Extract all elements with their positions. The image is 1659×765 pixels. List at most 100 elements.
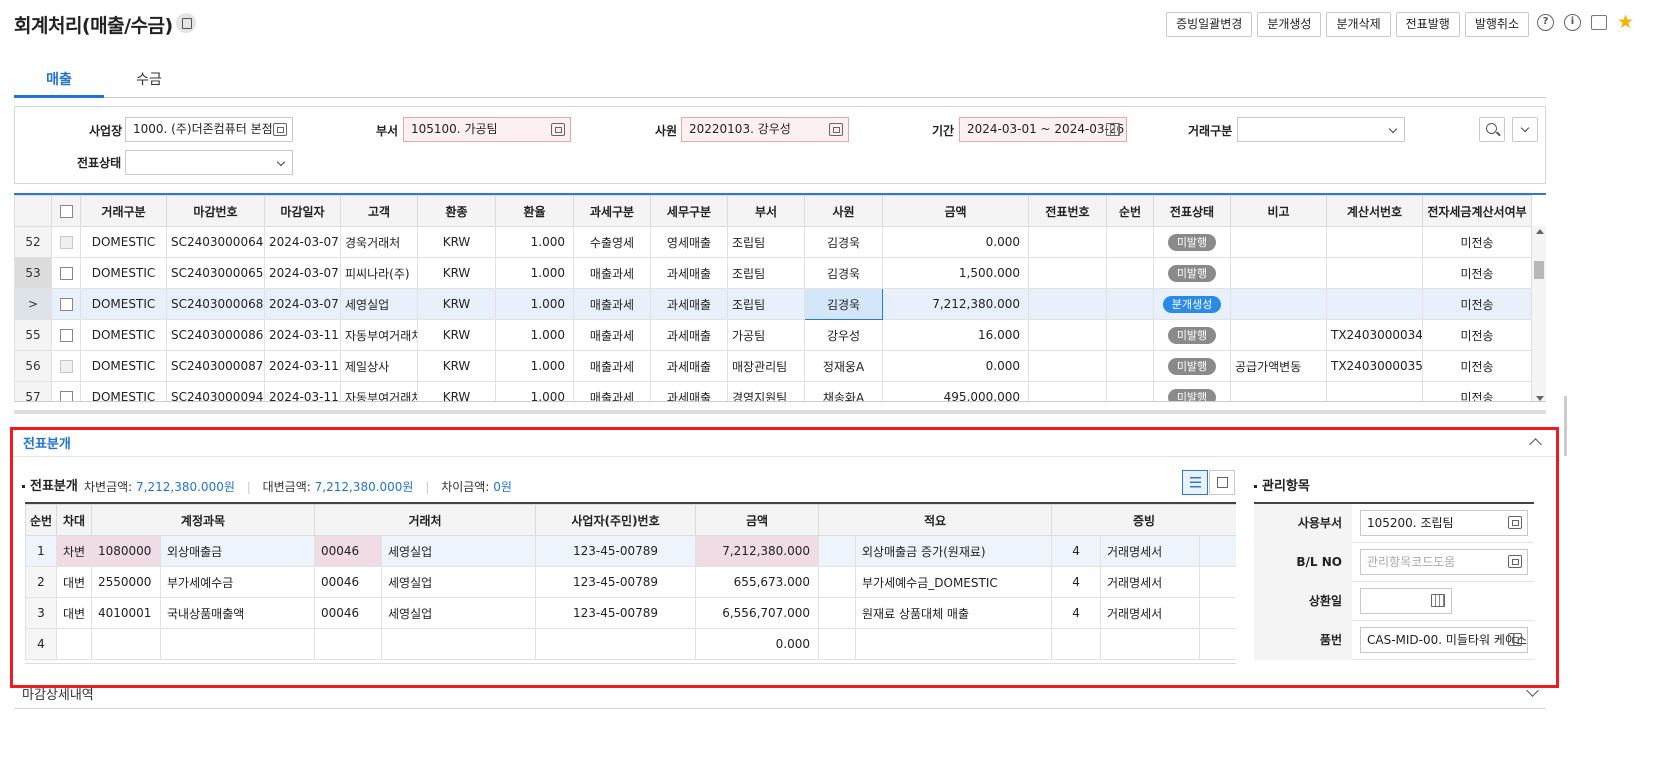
tab-sales[interactable]: 매출 <box>14 66 104 98</box>
cell-customer-code[interactable]: 00046 <box>314 566 383 598</box>
cell-trade-type[interactable]: DOMESTIC <box>80 319 167 351</box>
cell-customer-name[interactable]: 세영실업 <box>381 566 537 598</box>
cell-currency[interactable]: KRW <box>417 288 496 320</box>
cell-employee[interactable]: 정재웅A <box>804 350 883 382</box>
cell-tax-class[interactable]: 수출영세 <box>573 226 651 258</box>
cell-customer-name[interactable]: 세영실업 <box>381 535 537 567</box>
cell-summary[interactable] <box>855 628 1053 660</box>
cell-tax-kind[interactable]: 과세매출 <box>650 350 728 382</box>
cell-trade-type[interactable]: DOMESTIC <box>80 226 167 258</box>
item-no-field[interactable]: CAS-MID-00. 미들타워 케이스 <box>1360 627 1528 653</box>
cell-debit-credit[interactable]: 차변 <box>56 535 92 567</box>
dept-field[interactable]: 105100. 가공팀 <box>403 117 571 142</box>
card-view-button[interactable] <box>1209 470 1235 495</box>
cell-trade-type[interactable]: DOMESTIC <box>80 350 167 382</box>
row-checkbox[interactable] <box>59 329 73 342</box>
info-icon[interactable]: i <box>1564 14 1581 31</box>
cell-close-no[interactable]: SC2403000064 <box>166 226 265 258</box>
search-button[interactable] <box>1479 117 1505 142</box>
cell-rate[interactable]: 1.000 <box>495 226 574 258</box>
cell-evidence-name[interactable]: 거래명세서 <box>1100 535 1201 567</box>
cell-amount[interactable]: 16.000 <box>882 319 1029 351</box>
cell-etax[interactable]: 미전송 <box>1422 226 1532 258</box>
col-header[interactable]: 마감번호 <box>166 195 265 227</box>
cell-invoice-no[interactable] <box>1326 257 1423 289</box>
col-header[interactable]: 거래처 <box>314 504 537 536</box>
cell-rate[interactable]: 1.000 <box>495 257 574 289</box>
table-row[interactable]: 3 대변 4010001 국내상품매출액 00046 세영실업 123-45-0… <box>25 597 1236 629</box>
cell-tax-kind[interactable]: 과세매출 <box>650 319 728 351</box>
cell-tax-class[interactable]: 매출과세 <box>573 319 651 351</box>
col-header[interactable]: 전표상태 <box>1153 195 1231 227</box>
cell-memo[interactable] <box>1230 226 1327 258</box>
col-header[interactable]: 부서 <box>727 195 805 227</box>
cell-business-no[interactable]: 123-45-00789 <box>535 566 697 598</box>
col-header[interactable]: 마감일자 <box>264 195 341 227</box>
cell-voucher-no[interactable] <box>1028 350 1107 382</box>
cell-debit-credit[interactable]: 대변 <box>56 597 92 629</box>
select-all-checkbox[interactable] <box>59 205 73 218</box>
cell-currency[interactable]: KRW <box>417 319 496 351</box>
cell-close-no[interactable]: SC2403000094 <box>166 381 265 401</box>
cell-memo[interactable] <box>1230 381 1327 401</box>
col-header[interactable]: 금액 <box>695 504 820 536</box>
cell-amount[interactable]: 1,500.000 <box>882 257 1029 289</box>
col-header[interactable]: 금액 <box>882 195 1029 227</box>
col-header[interactable]: 계산서번호 <box>1326 195 1423 227</box>
cell-employee-focused[interactable]: 김경욱 <box>804 288 883 320</box>
cell-dept[interactable]: 조립팀 <box>727 257 805 289</box>
cell-close-no[interactable]: SC2403000065 <box>166 257 265 289</box>
cell-account-code[interactable]: 1080000 <box>91 535 161 567</box>
col-header[interactable]: 환종 <box>417 195 496 227</box>
cell-amount[interactable]: 495,000.000 <box>882 381 1029 401</box>
cell-evidence-name[interactable]: 거래명세서 <box>1100 597 1201 629</box>
col-header[interactable]: 증빙 <box>1051 504 1236 536</box>
col-header[interactable]: 순번 <box>1106 195 1154 227</box>
cell-seq[interactable] <box>1106 257 1154 289</box>
table-row[interactable]: 56 DOMESTIC SC2403000087 2024-03-11 제일상사… <box>14 350 1532 382</box>
calendar-icon[interactable] <box>1431 594 1445 607</box>
cell-amount[interactable]: 655,673.000 <box>695 566 820 598</box>
issue-voucher-button[interactable]: 전표발행 <box>1395 12 1460 37</box>
cell-memo[interactable]: 공급가액변동 <box>1230 350 1327 382</box>
cell-tax-kind[interactable]: 영세매출 <box>650 226 728 258</box>
cell-dept[interactable]: 매장관리팀 <box>727 350 805 382</box>
cell-seq[interactable] <box>1106 226 1154 258</box>
code-help-icon[interactable] <box>1508 633 1522 646</box>
scrollbar-thumb[interactable] <box>1534 261 1544 279</box>
table-row[interactable]: 52 DOMESTIC SC2403000064 2024-03-07 경욱거래… <box>14 226 1532 258</box>
cell-summary[interactable]: 외상매출금 증가(원재료) <box>855 535 1053 567</box>
table-row-selected[interactable]: > DOMESTIC SC2403000068 2024-03-07 세영실업 … <box>14 288 1532 320</box>
cell-currency[interactable]: KRW <box>417 350 496 382</box>
cell-dept[interactable]: 조립팀 <box>727 226 805 258</box>
cell-customer[interactable]: 제일상사 <box>340 350 418 382</box>
cell-voucher-no[interactable] <box>1028 257 1107 289</box>
cell-memo[interactable] <box>1230 257 1327 289</box>
table-row[interactable]: 2 대변 2550000 부가세예수금 00046 세영실업 123-45-00… <box>25 566 1236 598</box>
cell-dept[interactable]: 조립팀 <box>727 288 805 320</box>
trade-type-select[interactable] <box>1237 117 1405 142</box>
col-header[interactable]: 환율 <box>495 195 574 227</box>
col-header[interactable]: 순번 <box>25 504 57 536</box>
cell-account-code[interactable] <box>91 628 161 660</box>
cell-customer-code[interactable] <box>314 628 383 660</box>
cell-amount[interactable]: 6,556,707.000 <box>695 597 820 629</box>
col-header[interactable]: 사업자(주민)번호 <box>535 504 697 536</box>
cell-amount[interactable]: 0.000 <box>882 226 1029 258</box>
cell-close-date[interactable]: 2024-03-11 <box>264 350 341 382</box>
cell-customer-name[interactable] <box>381 628 537 660</box>
cell-amount[interactable]: 7,212,380.000 <box>695 535 820 567</box>
cell-account-code[interactable]: 4010001 <box>91 597 161 629</box>
workplace-field[interactable]: 1000. (주)더존컴퓨터 본점 <box>125 117 293 142</box>
cell-summary[interactable]: 부가세예수금_DOMESTIC <box>855 566 1053 598</box>
cell-invoice-no[interactable] <box>1326 288 1423 320</box>
cell-dept[interactable]: 경영지원팀 <box>727 381 805 401</box>
col-header[interactable]: 차대 <box>56 504 92 536</box>
scroll-up-icon[interactable] <box>1536 229 1544 234</box>
cell-voucher-no[interactable] <box>1028 288 1107 320</box>
period-field[interactable]: 2024-03-01 ~ 2024-03-26 <box>959 117 1127 142</box>
cell-etax[interactable]: 미전송 <box>1422 381 1532 401</box>
cell-seq[interactable] <box>1106 288 1154 320</box>
cell-voucher-no[interactable] <box>1028 319 1107 351</box>
cell-evidence-code[interactable]: 4 <box>1051 597 1102 629</box>
